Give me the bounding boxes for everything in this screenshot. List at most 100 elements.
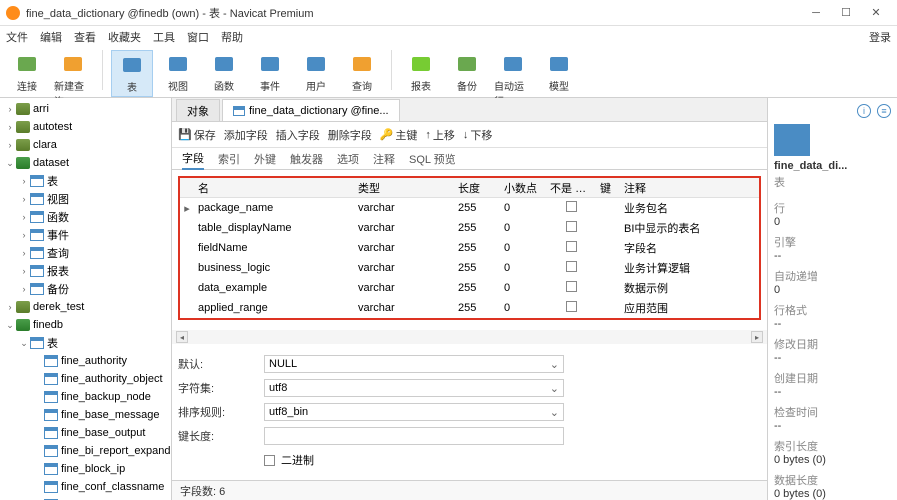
field-row[interactable]: data_examplevarchar2550数据示例 (180, 278, 759, 298)
tree-node[interactable]: ›autotest (0, 118, 171, 136)
horizontal-scrollbar[interactable]: ◂ ▸ (172, 330, 767, 344)
move-down-button[interactable]: ↓ 下移 (463, 127, 493, 143)
tree-node[interactable]: fine_backup_node (0, 388, 171, 406)
notnull-checkbox[interactable] (566, 261, 577, 272)
field-row[interactable]: business_logicvarchar2550业务计算逻辑 (180, 258, 759, 278)
design-tab[interactable]: 索引 (218, 149, 240, 169)
tree-node[interactable]: ›事件 (0, 226, 171, 244)
menu-help[interactable]: 帮助 (221, 29, 243, 45)
binary-label: 二进制 (281, 452, 314, 468)
menu-tools[interactable]: 工具 (153, 29, 175, 45)
toolbar-view[interactable]: 视图 (157, 50, 199, 95)
field-row[interactable]: fieldNamevarchar2550字段名 (180, 238, 759, 258)
scroll-left-icon[interactable]: ◂ (176, 331, 188, 343)
designer-tabs: 字段索引外键触发器选项注释 SQL 预览 (172, 148, 767, 170)
move-up-button[interactable]: ↑ 上移 (425, 127, 455, 143)
tree-node[interactable]: fine_conf_classname (0, 478, 171, 496)
window-title: fine_data_dictionary @finedb (own) - 表 -… (26, 5, 801, 21)
tab[interactable]: 对象 (176, 99, 220, 121)
tree-node[interactable]: ›查询 (0, 244, 171, 262)
close-button[interactable]: ✕ (861, 3, 891, 23)
tree-node[interactable]: fine_base_output (0, 424, 171, 442)
toolbar-event[interactable]: 事件 (249, 50, 291, 95)
toolbar-model[interactable]: 模型 (538, 50, 580, 95)
col-length[interactable]: 长度 (454, 180, 500, 196)
toolbar-connect[interactable]: 连接 (6, 50, 48, 95)
tree-node[interactable]: ›表 (0, 172, 171, 190)
connection-tree[interactable]: ›arri›autotest›clara⌄dataset›表›视图›函数›事件›… (0, 98, 172, 500)
notnull-checkbox[interactable] (566, 281, 577, 292)
col-decimal[interactable]: 小数点 (500, 180, 546, 196)
prop-key: 行格式 (774, 302, 891, 318)
tree-node[interactable]: ›arri (0, 100, 171, 118)
binary-checkbox[interactable] (264, 455, 275, 466)
tree-node[interactable]: ›视图 (0, 190, 171, 208)
col-key[interactable]: 键 (596, 180, 620, 196)
notnull-checkbox[interactable] (566, 301, 577, 312)
notnull-checkbox[interactable] (566, 201, 577, 212)
tree-node[interactable]: ›函数 (0, 208, 171, 226)
tree-node[interactable]: fine_block_ip (0, 460, 171, 478)
tree-node[interactable]: fine_authority_object (0, 370, 171, 388)
design-tab[interactable]: 字段 (182, 148, 204, 170)
ddl-icon[interactable]: ≡ (877, 104, 891, 118)
menu-favorites[interactable]: 收藏夹 (108, 29, 141, 45)
field-row[interactable]: ▸package_namevarchar2550业务包名 (180, 198, 759, 218)
collation-input[interactable]: utf8_bin (264, 403, 564, 421)
design-tab[interactable]: SQL 预览 (409, 149, 456, 169)
design-tab[interactable]: 触发器 (290, 149, 323, 169)
tree-node[interactable]: fine_bi_report_expand (0, 442, 171, 460)
notnull-checkbox[interactable] (566, 221, 577, 232)
tree-node[interactable]: fine_base_message (0, 406, 171, 424)
info-icon[interactable]: i (857, 104, 871, 118)
design-tab[interactable]: 注释 (373, 149, 395, 169)
tree-node[interactable]: ›derek_test (0, 298, 171, 316)
tree-node[interactable]: fine_authority (0, 352, 171, 370)
menu-edit[interactable]: 编辑 (40, 29, 62, 45)
prop-key: 引擎 (774, 234, 891, 250)
menu-view[interactable]: 查看 (74, 29, 96, 45)
field-grid[interactable]: 名 类型 长度 小数点 不是 null 键 注释 ▸package_nameva… (172, 170, 767, 330)
tree-node[interactable]: ⌄dataset (0, 154, 171, 172)
notnull-checkbox[interactable] (566, 241, 577, 252)
keylen-input[interactable] (264, 427, 564, 445)
design-tab[interactable]: 选项 (337, 149, 359, 169)
login-button[interactable]: 登录 (869, 29, 891, 45)
charset-input[interactable]: utf8 (264, 379, 564, 397)
add-field-button[interactable]: 添加字段 (224, 127, 268, 143)
delete-field-button[interactable]: 删除字段 (328, 127, 372, 143)
toolbar-report[interactable]: 报表 (400, 50, 442, 95)
insert-field-button[interactable]: 插入字段 (276, 127, 320, 143)
connect-icon (15, 52, 39, 76)
toolbar-function[interactable]: 函数 (203, 50, 245, 95)
default-input[interactable]: NULL (264, 355, 564, 373)
tree-node[interactable]: ›clara (0, 136, 171, 154)
prop-key: 修改日期 (774, 336, 891, 352)
field-row[interactable]: applied_rangevarchar2550应用范围 (180, 298, 759, 318)
prop-key: 自动递增 (774, 268, 891, 284)
tab[interactable]: fine_data_dictionary @fine... (222, 99, 400, 121)
col-type[interactable]: 类型 (354, 180, 454, 196)
tree-node[interactable]: ⌄finedb (0, 316, 171, 334)
maximize-button[interactable]: ☐ (831, 3, 861, 23)
status-bar: 字段数: 6 (172, 480, 767, 500)
save-button[interactable]: 💾 保存 (178, 127, 216, 143)
col-name[interactable]: 名 (194, 180, 354, 196)
toolbar-backup[interactable]: 备份 (446, 50, 488, 95)
col-notnull[interactable]: 不是 null (546, 180, 596, 196)
scroll-right-icon[interactable]: ▸ (751, 331, 763, 343)
primary-key-button[interactable]: 🔑 主键 (380, 127, 418, 143)
minimize-button[interactable]: ─ (801, 3, 831, 23)
field-row[interactable]: table_displayNamevarchar2550BI中显示的表名 (180, 218, 759, 238)
tree-node[interactable]: ⌄表 (0, 334, 171, 352)
tree-node[interactable]: fine_conf_entity (0, 496, 171, 500)
menu-window[interactable]: 窗口 (187, 29, 209, 45)
tree-node[interactable]: ›报表 (0, 262, 171, 280)
toolbar-query[interactable]: 查询 (341, 50, 383, 95)
tree-node[interactable]: ›备份 (0, 280, 171, 298)
col-comment[interactable]: 注释 (620, 180, 759, 196)
toolbar-table[interactable]: 表 (111, 50, 153, 97)
toolbar-user[interactable]: 用户 (295, 50, 337, 95)
menu-file[interactable]: 文件 (6, 29, 28, 45)
design-tab[interactable]: 外键 (254, 149, 276, 169)
